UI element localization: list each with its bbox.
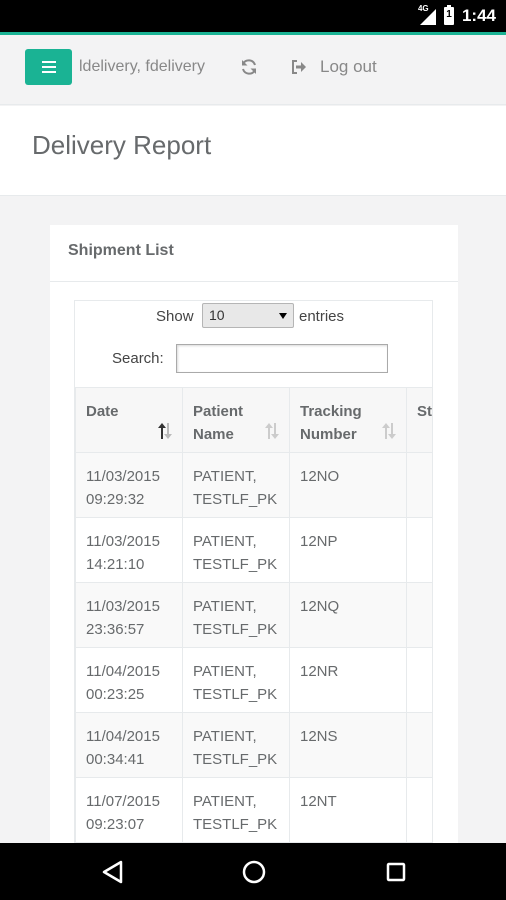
column-header-tracking-number[interactable]: Tracking Number [289, 387, 407, 453]
system-navigation-bar [0, 843, 506, 900]
dropdown-caret-icon [279, 313, 287, 319]
shipment-list-panel: Shipment List Show 10 entries Search: Da… [50, 225, 458, 845]
cell-date: 11/07/2015 09:23:07 [75, 777, 183, 843]
length-control: Show 10 entries [75, 301, 432, 337]
table-row[interactable]: 11/03/2015 14:21:10 PATIENT, TESTLF_PK 12N… [75, 517, 432, 583]
cell-tracking-number: 12NT [289, 777, 407, 843]
cell-date: 11/03/2015 23:36:57 [75, 582, 183, 648]
network-type: 4G [417, 4, 429, 13]
sort-both-icon [382, 423, 396, 439]
battery-icon: 1 [443, 5, 454, 25]
entries-per-page-select[interactable]: 10 [202, 303, 294, 328]
home-icon[interactable] [242, 860, 266, 884]
column-header-patient-name[interactable]: Patient Name [182, 387, 290, 453]
table-row[interactable]: 11/03/2015 23:36:57 PATIENT, TESTLF_PK 12N… [75, 582, 432, 648]
cell-date: 11/04/2015 00:23:25 [75, 647, 183, 713]
panel-title: Shipment List [50, 225, 458, 282]
table-row[interactable]: 11/04/2015 00:23:25 PATIENT, TESTLF_PK 12N… [75, 647, 432, 713]
cell-patient-name: PATIENT, TESTLF_PK [182, 582, 290, 648]
show-label: Show [156, 308, 194, 325]
entries-per-page-value: 10 [209, 307, 225, 323]
menu-toggle-button[interactable] [25, 49, 72, 85]
cell-status [406, 517, 432, 583]
datatable-wrapper: Show 10 entries Search: Date Patient Nam… [74, 300, 433, 845]
clock: 1:44 [461, 6, 496, 25]
cell-patient-name: PATIENT, TESTLF_PK [182, 517, 290, 583]
user-name: ldelivery, fdelivery [79, 58, 205, 75]
logout-link[interactable]: Log out [320, 57, 377, 77]
cell-tracking-number: 12NQ [289, 582, 407, 648]
cell-date: 11/04/2015 00:34:41 [75, 712, 183, 778]
cell-date: 11/03/2015 14:21:10 [75, 517, 183, 583]
sort-both-icon [265, 423, 279, 439]
hamburger-icon [41, 61, 56, 73]
column-header-date[interactable]: Date [75, 387, 183, 453]
logout-icon[interactable] [291, 59, 307, 75]
signal-icon: 4G [417, 4, 436, 25]
cell-status [406, 777, 432, 843]
header-label: Patient [193, 403, 244, 420]
search-input[interactable] [176, 344, 388, 373]
shipment-table: Date Patient Name Tracking Number St 11/… [75, 387, 432, 843]
cell-status [406, 647, 432, 713]
back-icon[interactable] [102, 860, 124, 884]
table-row[interactable]: 11/03/2015 09:29:32 PATIENT, TESTLF_PK 12N… [75, 452, 432, 518]
header-label: Date [86, 403, 119, 420]
page-heading: Delivery Report [0, 106, 506, 196]
cell-patient-name: PATIENT, TESTLF_PK [182, 647, 290, 713]
top-navbar: ldelivery, fdelivery Log out [0, 35, 506, 105]
table-row[interactable]: 11/04/2015 00:34:41 PATIENT, TESTLF_PK 12N… [75, 712, 432, 778]
cell-status [406, 452, 432, 518]
table-row[interactable]: 11/07/2015 09:23:07 PATIENT, TESTLF_PK 12N… [75, 777, 432, 843]
cell-patient-name: PATIENT, TESTLF_PK [182, 712, 290, 778]
cell-date: 11/03/2015 09:29:32 [75, 452, 183, 518]
search-label: Search: [112, 350, 164, 367]
header-label: Tracking [300, 403, 362, 420]
cell-tracking-number: 12NP [289, 517, 407, 583]
refresh-icon[interactable] [240, 58, 258, 76]
battery-level: 1 [446, 9, 452, 20]
page-title: Delivery Report [32, 130, 212, 160]
recent-apps-icon[interactable] [386, 862, 406, 882]
header-label: St [417, 403, 432, 420]
cell-patient-name: PATIENT, TESTLF_PK [182, 777, 290, 843]
cell-status [406, 712, 432, 778]
header-label: Number [300, 426, 357, 443]
column-header-status[interactable]: St [406, 387, 432, 453]
cell-tracking-number: 12NO [289, 452, 407, 518]
sort-ascending-icon [158, 423, 172, 439]
entries-label: entries [299, 308, 345, 325]
cell-patient-name: PATIENT, TESTLF_PK [182, 452, 290, 518]
cell-status [406, 582, 432, 648]
status-bar: 4G 1 1:44 [0, 0, 506, 32]
cell-tracking-number: 12NR [289, 647, 407, 713]
cell-tracking-number: 12NS [289, 712, 407, 778]
header-label: Name [193, 426, 234, 443]
